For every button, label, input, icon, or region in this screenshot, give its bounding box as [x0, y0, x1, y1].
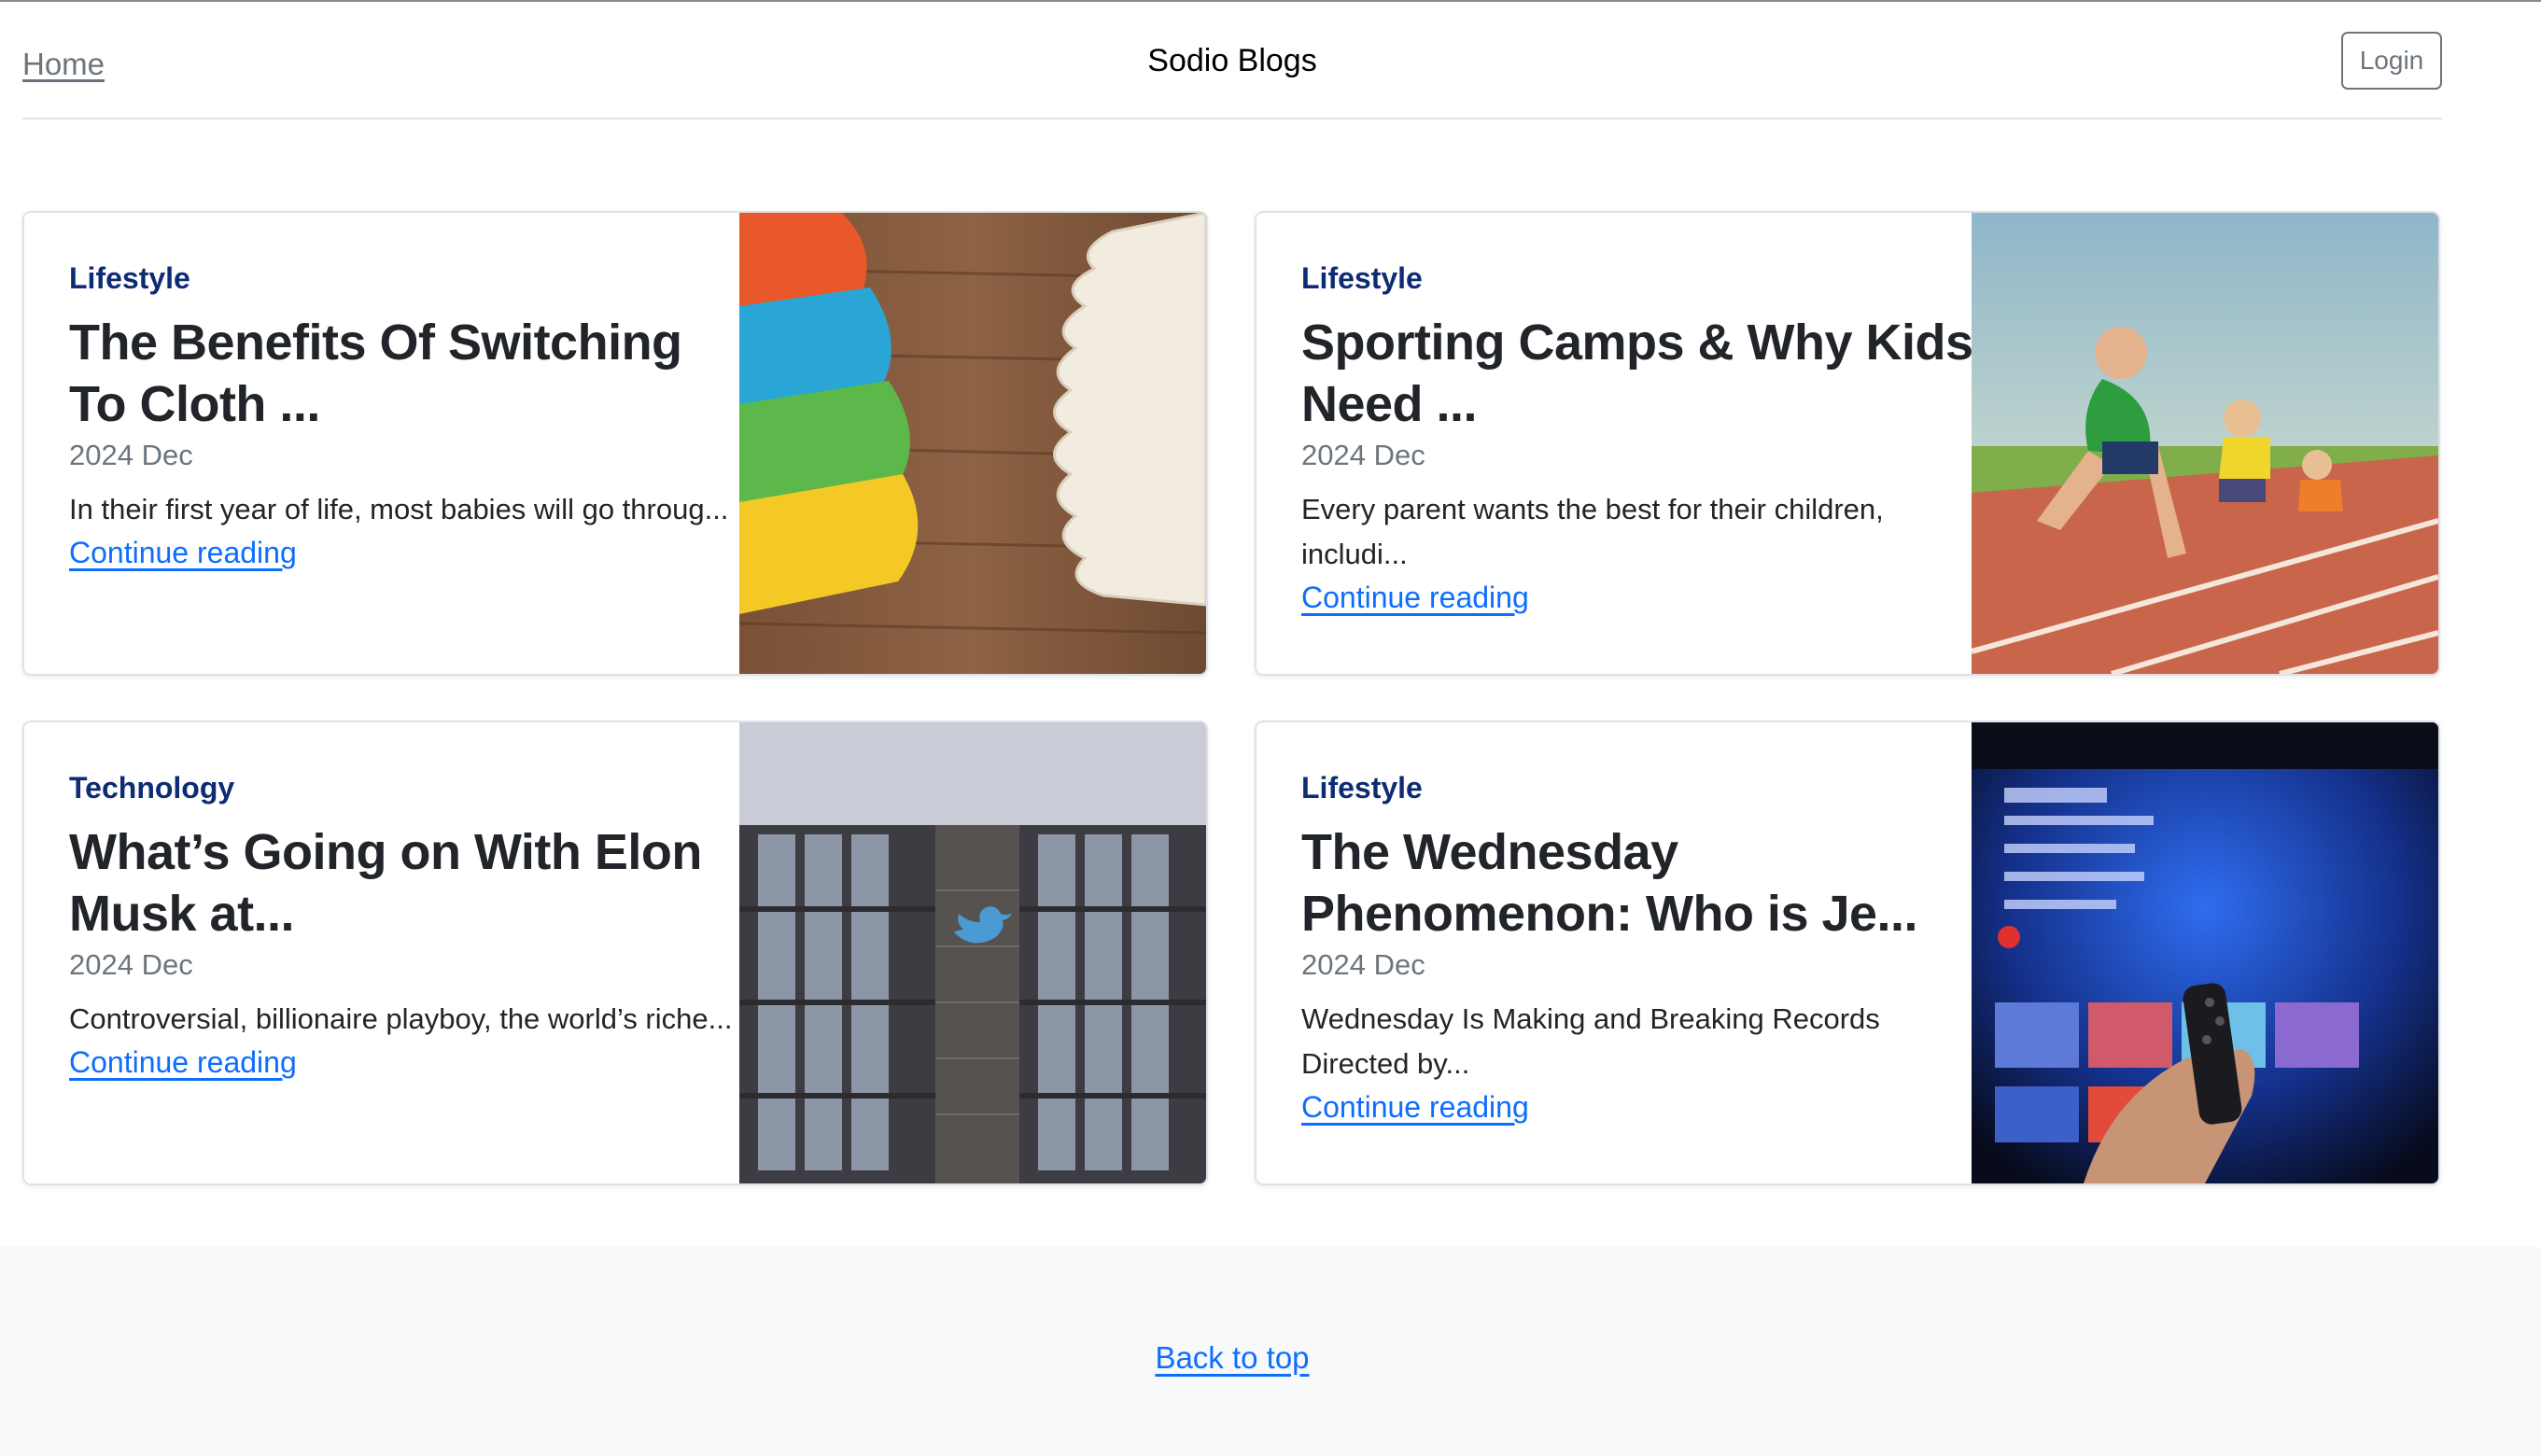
login-button[interactable]: Login	[2341, 32, 2442, 90]
post-thumbnail[interactable]	[1972, 213, 2438, 674]
post-card-body: Technology What’s Going on With Elon Mus…	[69, 769, 741, 1083]
post-card: Technology What’s Going on With Elon Mus…	[22, 721, 1208, 1185]
post-thumbnail[interactable]	[739, 213, 1206, 674]
post-category: Lifestyle	[1301, 261, 1423, 295]
post-thumbnail[interactable]	[739, 722, 1206, 1183]
post-date: 2024 Dec	[69, 948, 193, 981]
post-excerpt: Every parent wants the best for their ch…	[1301, 493, 1884, 570]
tv-remote-image	[1972, 722, 2438, 1183]
post-date: 2024 Dec	[1301, 948, 1425, 981]
continue-reading-link[interactable]: Continue reading	[69, 532, 297, 573]
post-title: The Benefits Of Switching To Cloth ...	[69, 315, 682, 432]
post-thumbnail[interactable]	[1972, 722, 2438, 1183]
post-card: Lifestyle The Wednesday Phenomenon: Who …	[1255, 721, 2440, 1185]
back-to-top-container: Back to top	[0, 1340, 2464, 1376]
post-card-body: Lifestyle The Wednesday Phenomenon: Who …	[1301, 769, 1973, 1127]
post-excerpt: In their first year of life, most babies…	[69, 493, 729, 525]
post-category: Lifestyle	[1301, 771, 1423, 805]
post-title: The Wednesday Phenomenon: Who is Je...	[1301, 824, 1918, 942]
site-brand: Sodio Blogs	[1147, 43, 1317, 78]
post-card: Lifestyle The Benefits Of Switching To C…	[22, 211, 1208, 676]
post-excerpt: Wednesday Is Making and Breaking Records…	[1301, 1002, 1880, 1080]
continue-reading-link[interactable]: Continue reading	[1301, 577, 1529, 618]
continue-reading-link[interactable]: Continue reading	[69, 1042, 297, 1083]
site-footer: Back to top	[0, 1247, 2541, 1456]
site-header: Home Sodio Blogs Login	[22, 2, 2442, 119]
cloth-diapers-image	[739, 213, 1206, 674]
post-excerpt: Controversial, billionaire playboy, the …	[69, 1002, 733, 1035]
post-category: Lifestyle	[69, 261, 190, 295]
twitter-building-image	[739, 722, 1206, 1183]
post-title: What’s Going on With Elon Musk at...	[69, 824, 702, 942]
post-date: 2024 Dec	[69, 439, 193, 471]
post-card: Lifestyle Sporting Camps & Why Kids Need…	[1255, 211, 2440, 676]
continue-reading-link[interactable]: Continue reading	[1301, 1086, 1529, 1127]
post-category: Technology	[69, 771, 235, 805]
back-to-top-link[interactable]: Back to top	[1155, 1340, 1309, 1375]
post-card-body: Lifestyle The Benefits Of Switching To C…	[69, 259, 741, 573]
kids-race-image	[1972, 213, 2438, 674]
post-date: 2024 Dec	[1301, 439, 1425, 471]
post-title: Sporting Camps & Why Kids Need ...	[1301, 315, 1973, 432]
post-card-body: Lifestyle Sporting Camps & Why Kids Need…	[1301, 259, 1973, 618]
